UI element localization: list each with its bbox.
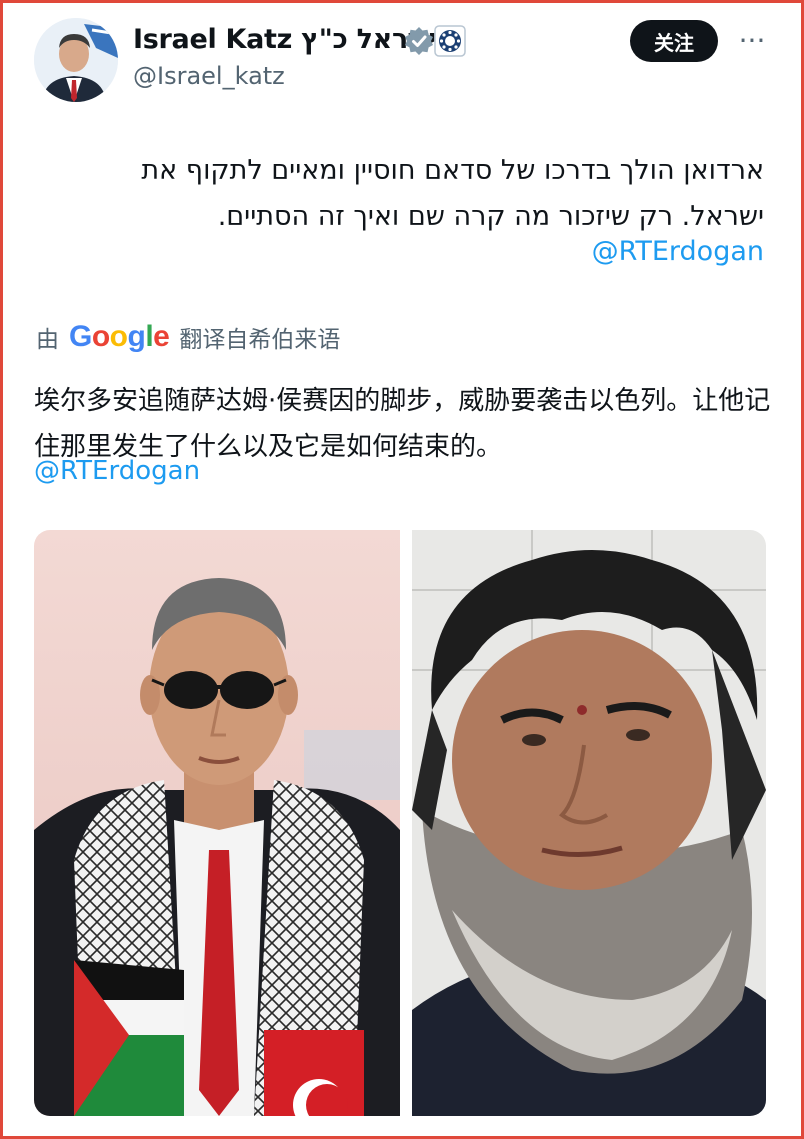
tweet-text-hebrew: ארדואן הולך בדרכו של סדאם חוסיין ומאיים … (141, 155, 764, 232)
media-photo-left[interactable] (34, 530, 400, 1116)
translated-from-label[interactable]: 翻译自希伯来语 (179, 320, 340, 354)
author-handle[interactable]: @Israel_katz (133, 62, 285, 90)
mention-link-hebrew[interactable]: @RTErdogan (592, 236, 764, 267)
google-logo[interactable]: Google (69, 320, 170, 354)
author-display-name[interactable]: Israel Katz ישראל כ"ץ (133, 24, 436, 55)
more-horizontal-icon[interactable]: ··· (732, 20, 772, 60)
translation-attribution: 由 Google 翻译自希伯来语 (36, 320, 340, 354)
verified-check-icon[interactable] (404, 26, 434, 56)
tweet-media[interactable] (34, 530, 766, 1116)
mention-link-translated[interactable]: @RTErdogan (34, 456, 200, 486)
israel-government-badge-icon[interactable] (434, 25, 466, 57)
media-photo-right[interactable] (412, 530, 766, 1116)
translated-by-label: 由 (36, 327, 59, 353)
follow-button[interactable]: 关注 (630, 20, 718, 62)
avatar[interactable] (34, 18, 118, 102)
